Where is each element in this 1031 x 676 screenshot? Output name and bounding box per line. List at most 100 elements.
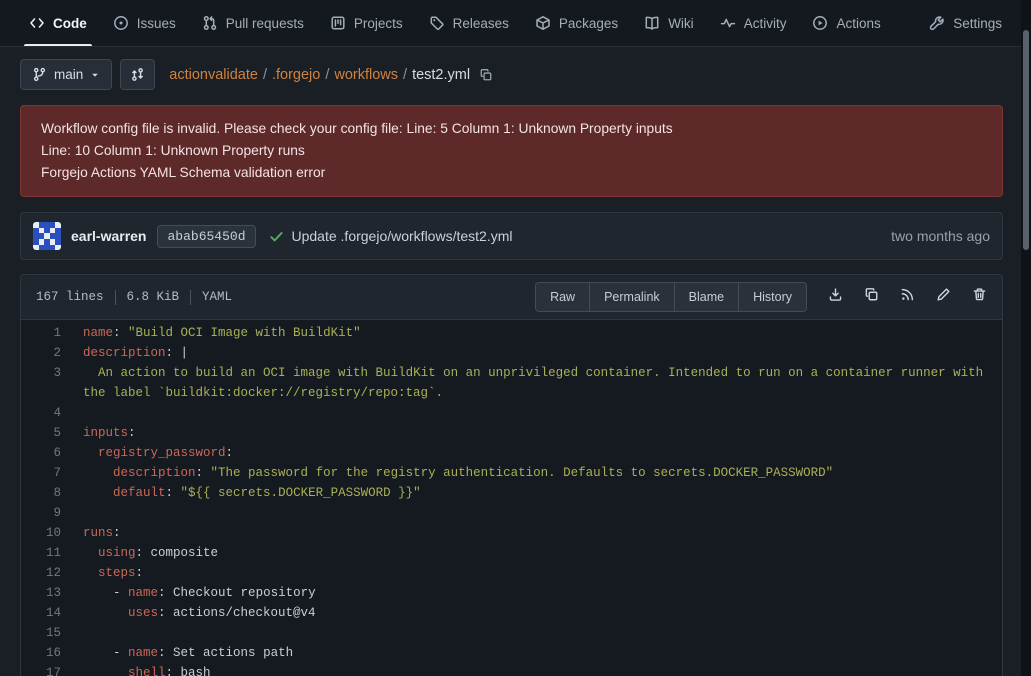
line-number[interactable]: 8: [21, 483, 83, 503]
line-number[interactable]: 2: [21, 343, 83, 363]
tab-code[interactable]: Code: [16, 0, 100, 46]
compare-button[interactable]: [120, 59, 155, 90]
tab-releases[interactable]: Releases: [416, 0, 522, 46]
code-line: 7 description: "The password for the reg…: [21, 463, 1002, 483]
repo-tab-bar: CodeIssuesPull requestsProjectsReleasesP…: [0, 0, 1031, 47]
line-number[interactable]: 11: [21, 543, 83, 563]
raw-button[interactable]: Raw: [536, 283, 589, 311]
line-source: steps:: [83, 563, 1002, 583]
rss-icon[interactable]: [900, 287, 915, 302]
line-source: - name: Checkout repository: [83, 583, 1002, 603]
blame-button[interactable]: Blame: [674, 283, 738, 311]
tab-pull-requests[interactable]: Pull requests: [189, 0, 317, 46]
line-number[interactable]: 13: [21, 583, 83, 603]
line-number[interactable]: 15: [21, 623, 83, 643]
breadcrumb-separator: /: [320, 67, 334, 83]
divider: [190, 290, 191, 305]
line-source: name: "Build OCI Image with BuildKit": [83, 323, 1002, 343]
compare-icon: [130, 67, 145, 82]
line-number[interactable]: 1: [21, 323, 83, 343]
line-source: [83, 403, 1002, 423]
scrollbar-thumb[interactable]: [1023, 30, 1029, 250]
latest-commit-bar: earl-warren abab65450d Update .forgejo/w…: [20, 212, 1003, 260]
line-source: - name: Set actions path: [83, 643, 1002, 663]
line-number[interactable]: 17: [21, 663, 83, 676]
commit-hash-badge[interactable]: abab65450d: [157, 225, 255, 248]
line-source: using: composite: [83, 543, 1002, 563]
file-size: 6.8 KiB: [127, 290, 180, 304]
line-source: description: |: [83, 343, 1002, 363]
line-number[interactable]: 9: [21, 503, 83, 523]
error-line: Line: 10 Column 1: Unknown Property runs: [41, 140, 982, 162]
line-number[interactable]: 5: [21, 423, 83, 443]
line-source: An action to build an OCI image with Bui…: [83, 363, 1002, 403]
file-view-panel: 167 lines 6.8 KiB YAML RawPermalinkBlame…: [20, 274, 1003, 676]
tab-projects[interactable]: Projects: [317, 0, 416, 46]
tab-issues[interactable]: Issues: [100, 0, 189, 46]
wrench-icon: [929, 15, 945, 31]
line-source: shell: bash: [83, 663, 1002, 676]
tab-packages[interactable]: Packages: [522, 0, 631, 46]
workflow-error-banner: Workflow config file is invalid. Please …: [20, 105, 1003, 197]
tab-wiki[interactable]: Wiki: [631, 0, 707, 46]
tag-icon: [429, 15, 445, 31]
line-number[interactable]: 7: [21, 463, 83, 483]
commit-time: two months ago: [891, 228, 990, 244]
branch-breadcrumb-row: main actionvalidate/.forgejo/workflows/t…: [20, 59, 1003, 90]
file-info: 167 lines 6.8 KiB YAML: [36, 290, 232, 305]
error-line: Forgejo Actions YAML Schema validation e…: [41, 162, 982, 184]
edit-icon[interactable]: [936, 287, 951, 302]
project-icon: [330, 15, 346, 31]
line-number[interactable]: 14: [21, 603, 83, 623]
copy-icon[interactable]: [864, 287, 879, 302]
file-line-count: 167 lines: [36, 290, 104, 304]
tab-settings[interactable]: Settings: [916, 0, 1015, 46]
code-line: 2description: |: [21, 343, 1002, 363]
line-number[interactable]: 10: [21, 523, 83, 543]
line-number[interactable]: 4: [21, 403, 83, 423]
chevron-down-icon: [90, 70, 100, 80]
line-source: [83, 623, 1002, 643]
breadcrumb-segment-actionvalidate[interactable]: actionvalidate: [169, 67, 258, 83]
breadcrumb-segment-workflows[interactable]: workflows: [334, 67, 398, 83]
code-line: 16 - name: Set actions path: [21, 643, 1002, 663]
code-line: 14 uses: actions/checkout@v4: [21, 603, 1002, 623]
delete-icon[interactable]: [972, 287, 987, 302]
commit-message[interactable]: Update .forgejo/workflows/test2.yml: [292, 228, 513, 244]
line-number[interactable]: 12: [21, 563, 83, 583]
line-number[interactable]: 3: [21, 363, 83, 403]
book-icon: [644, 15, 660, 31]
line-number[interactable]: 6: [21, 443, 83, 463]
breadcrumb-separator: /: [398, 67, 412, 83]
copy-path-icon[interactable]: [479, 68, 493, 82]
breadcrumb: actionvalidate/.forgejo/workflows/test2.…: [169, 67, 493, 83]
code-icon: [29, 15, 45, 31]
package-icon: [535, 15, 551, 31]
line-number[interactable]: 16: [21, 643, 83, 663]
error-line: Workflow config file is invalid. Please …: [41, 118, 982, 140]
code-line: 4: [21, 403, 1002, 423]
permalink-button[interactable]: Permalink: [589, 283, 674, 311]
play-circle-icon: [812, 15, 828, 31]
page-scrollbar[interactable]: [1021, 0, 1031, 676]
avatar[interactable]: [33, 222, 61, 250]
page-content: main actionvalidate/.forgejo/workflows/t…: [0, 47, 1021, 676]
code-line: 13 - name: Checkout repository: [21, 583, 1002, 603]
line-source: inputs:: [83, 423, 1002, 443]
line-source: runs:: [83, 523, 1002, 543]
history-button[interactable]: History: [738, 283, 806, 311]
tab-activity[interactable]: Activity: [707, 0, 800, 46]
download-icon[interactable]: [828, 287, 843, 302]
code-line: 9: [21, 503, 1002, 523]
branch-icon: [32, 67, 47, 82]
commit-status-check-icon[interactable]: [269, 229, 284, 244]
code-line: 17 shell: bash: [21, 663, 1002, 676]
commit-author[interactable]: earl-warren: [71, 228, 146, 244]
tab-actions[interactable]: Actions: [799, 0, 893, 46]
code-line: 12 steps:: [21, 563, 1002, 583]
branch-selector-button[interactable]: main: [20, 59, 112, 90]
code-line: 15: [21, 623, 1002, 643]
breadcrumb-segment-forgejo[interactable]: .forgejo: [272, 67, 320, 83]
line-source: uses: actions/checkout@v4: [83, 603, 1002, 623]
file-view-button-group: RawPermalinkBlameHistory: [535, 282, 807, 312]
